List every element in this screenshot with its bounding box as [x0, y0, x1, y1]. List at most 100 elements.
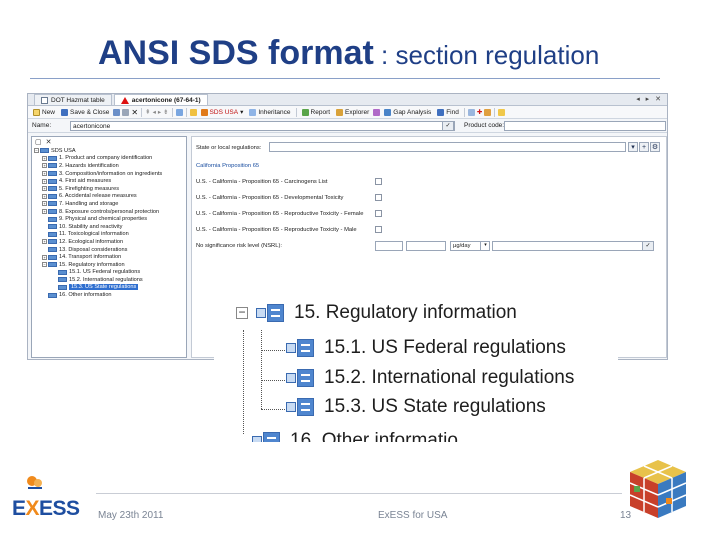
close-icon[interactable]: ✕ — [46, 138, 52, 146]
tree-item-label: 15. Regulatory information — [59, 261, 125, 268]
tree-connector — [261, 350, 285, 351]
expand-icon[interactable]: + — [42, 178, 47, 184]
zoom-node-15-2[interactable]: 15.2. International regulations — [286, 367, 574, 389]
tree-item[interactable]: +6. Accidental release measures — [32, 193, 186, 201]
name-lookup-button[interactable]: ✓ — [442, 121, 454, 131]
molecule-icon[interactable] — [373, 108, 381, 116]
name-label: Name: — [32, 122, 52, 129]
tree-item[interactable]: +14. Transport information — [32, 253, 186, 261]
tools-icon[interactable] — [484, 108, 492, 116]
previous-record-icon[interactable]: ◂ — [153, 108, 156, 116]
tree-item[interactable]: +3. Composition/information on ingredien… — [32, 170, 186, 178]
settings-icon[interactable]: ⚙ — [650, 142, 660, 152]
download-icon[interactable]: ✚ — [477, 108, 482, 116]
tab-dot-hazmat[interactable]: DOT Hazmat table — [34, 94, 112, 105]
zoom-node-15-1[interactable]: 15.1. US Federal regulations — [286, 337, 566, 359]
find-button[interactable]: Find — [435, 108, 461, 116]
tree-item[interactable]: − 15. Regulatory information — [32, 261, 186, 269]
sds-usa-button[interactable]: SDS USA ▾ — [199, 108, 246, 116]
inheritance-button[interactable]: Inheritance — [247, 108, 292, 116]
nsrl-lookup-button[interactable]: ✓ — [642, 241, 654, 251]
expand-icon[interactable]: + — [42, 209, 47, 215]
expand-icon[interactable]: + — [42, 193, 47, 199]
tree-item[interactable]: 9. Physical and chemical properties — [32, 215, 186, 223]
folder-icon[interactable] — [498, 108, 506, 116]
nsrl-label: No significance risk level (NSRL): — [196, 243, 283, 249]
list-icon[interactable] — [467, 108, 475, 116]
product-code-field[interactable] — [504, 121, 666, 131]
collapse-icon[interactable]: − — [34, 148, 39, 154]
expand-icon[interactable]: + — [42, 201, 47, 207]
tree-item[interactable]: +12. Ecological information — [32, 238, 186, 246]
lock-icon[interactable] — [189, 108, 197, 116]
tab-substance[interactable]: acertonicone (67-64-1) — [113, 94, 208, 105]
expand-icon[interactable]: + — [42, 254, 47, 260]
dropdown-icon[interactable]: ▾ — [628, 142, 638, 152]
add-icon[interactable]: + — [639, 142, 649, 152]
nsrl-value2-field[interactable] — [406, 241, 446, 251]
copy-icon[interactable] — [122, 108, 130, 116]
tree-item[interactable]: +4. First aid measures — [32, 177, 186, 185]
explorer-button[interactable]: Explorer — [334, 108, 371, 116]
prop65-repro-female-checkbox[interactable] — [375, 210, 382, 217]
section-icon — [48, 247, 57, 253]
chevron-down-icon[interactable]: ▾ — [480, 241, 490, 251]
report-button[interactable]: Report — [300, 108, 333, 116]
zoom-node-15[interactable]: − 15. Regulatory information — [236, 302, 517, 324]
prop65-carcinogens-checkbox[interactable] — [375, 178, 382, 185]
collapse-icon[interactable]: − — [236, 306, 248, 319]
tree-item[interactable]: +2. Hazards identification — [32, 162, 186, 170]
new-node-icon[interactable]: ▢ — [35, 138, 42, 146]
save-close-button[interactable]: Save & Close — [59, 108, 111, 116]
tree-item[interactable]: 10. Stability and reactivity — [32, 223, 186, 231]
expand-icon[interactable]: + — [42, 186, 47, 192]
tree-item[interactable]: 11. Toxicological information — [32, 231, 186, 239]
expand-icon[interactable]: + — [42, 155, 47, 161]
tree-item[interactable]: +7. Handling and storage — [32, 200, 186, 208]
state-regulations-field[interactable] — [269, 142, 626, 152]
tree-item-label: 16. Other information — [59, 292, 112, 299]
tree-item[interactable]: +1. Product and company identification — [32, 155, 186, 163]
new-button[interactable]: New — [31, 108, 57, 116]
nsrl-comment-field[interactable] — [492, 241, 654, 251]
tree-item[interactable]: 15.1. US Federal regulations — [32, 269, 186, 277]
tree-item[interactable]: 15.3. US State regulations — [32, 284, 186, 292]
tree-item[interactable]: 15.2. International regulations — [32, 276, 186, 284]
link-icon[interactable] — [175, 108, 183, 116]
tree-item-label: 3. Composition/information on ingredient… — [59, 170, 163, 177]
collapse-icon[interactable]: − — [42, 262, 47, 268]
name-bar: Name: acertonicone ✓ Product code: — [28, 119, 667, 133]
prop65-repro-male-checkbox[interactable] — [375, 226, 382, 233]
tree-item[interactable]: +5. Firefighting measures — [32, 185, 186, 193]
nsrl-value-field[interactable] — [375, 241, 403, 251]
gap-analysis-button[interactable]: Gap Analysis — [382, 108, 433, 116]
section-icon — [48, 171, 57, 177]
expand-icon[interactable]: + — [42, 239, 47, 245]
prop65-developmental-checkbox[interactable] — [375, 194, 382, 201]
tree-root[interactable]: − SDS USA — [32, 147, 186, 155]
explorer-icon — [336, 108, 344, 116]
section-icon — [58, 269, 67, 275]
zoom-node-16-partial[interactable]: 16. Other informatio — [252, 430, 458, 442]
window-controls[interactable]: ◂ ▸ ✕ — [636, 95, 663, 103]
tree-item[interactable]: 16. Other information — [32, 291, 186, 299]
expand-icon[interactable]: + — [42, 171, 47, 177]
footer-divider — [96, 493, 622, 494]
tree-item[interactable]: +8. Exposure controls/personal protectio… — [32, 208, 186, 216]
next-record-icon[interactable]: ▸ — [158, 108, 161, 116]
toolbar-separator — [463, 107, 465, 117]
last-record-icon[interactable]: ⇟ — [163, 108, 168, 116]
delete-icon[interactable]: ✕ — [131, 108, 138, 117]
tree-item-label: 15.2. International regulations — [69, 276, 143, 283]
tree-item-label: 1. Product and company identification — [59, 155, 153, 162]
first-record-icon[interactable]: ⇞ — [145, 108, 150, 116]
puzzle-cube-icon — [629, 460, 687, 518]
hazard-warning-icon — [120, 96, 129, 104]
tree-item[interactable]: 13. Disposal considerations — [32, 246, 186, 254]
section-icon — [48, 155, 57, 161]
zoom-node-15-3[interactable]: 15.3. US State regulations — [286, 396, 546, 418]
name-field[interactable]: acertonicone — [70, 121, 455, 131]
section-icon — [48, 178, 57, 184]
undo-icon[interactable] — [113, 108, 121, 116]
expand-icon[interactable]: + — [42, 163, 47, 169]
